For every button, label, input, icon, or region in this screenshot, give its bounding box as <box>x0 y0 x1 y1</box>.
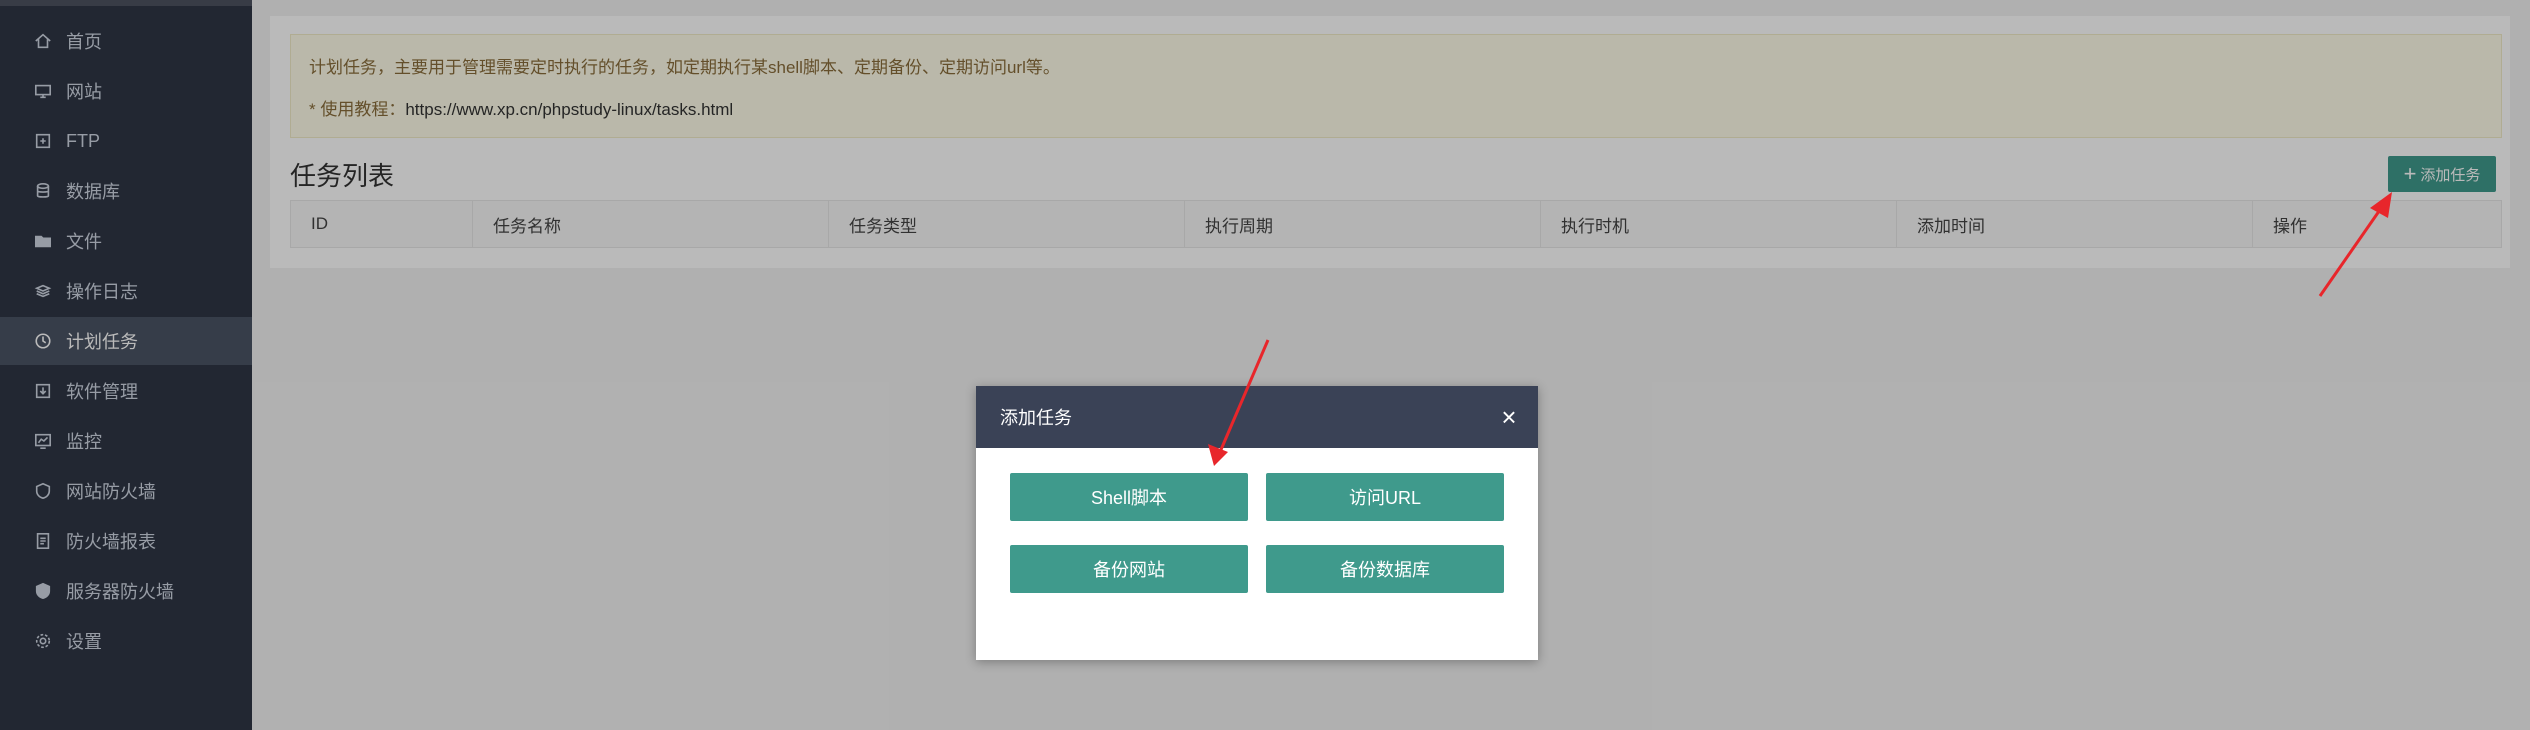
add-task-dialog: 添加任务 × Shell脚本 访问URL 备份网站 备份数据库 <box>976 386 1538 660</box>
backup-website-button[interactable]: 备份网站 <box>1010 545 1248 593</box>
visit-url-button[interactable]: 访问URL <box>1266 473 1504 521</box>
dialog-header: 添加任务 × <box>976 386 1538 448</box>
shell-script-button[interactable]: Shell脚本 <box>1010 473 1248 521</box>
backup-database-button[interactable]: 备份数据库 <box>1266 545 1504 593</box>
dialog-title: 添加任务 <box>1000 408 1072 428</box>
close-icon[interactable]: × <box>1496 404 1522 430</box>
